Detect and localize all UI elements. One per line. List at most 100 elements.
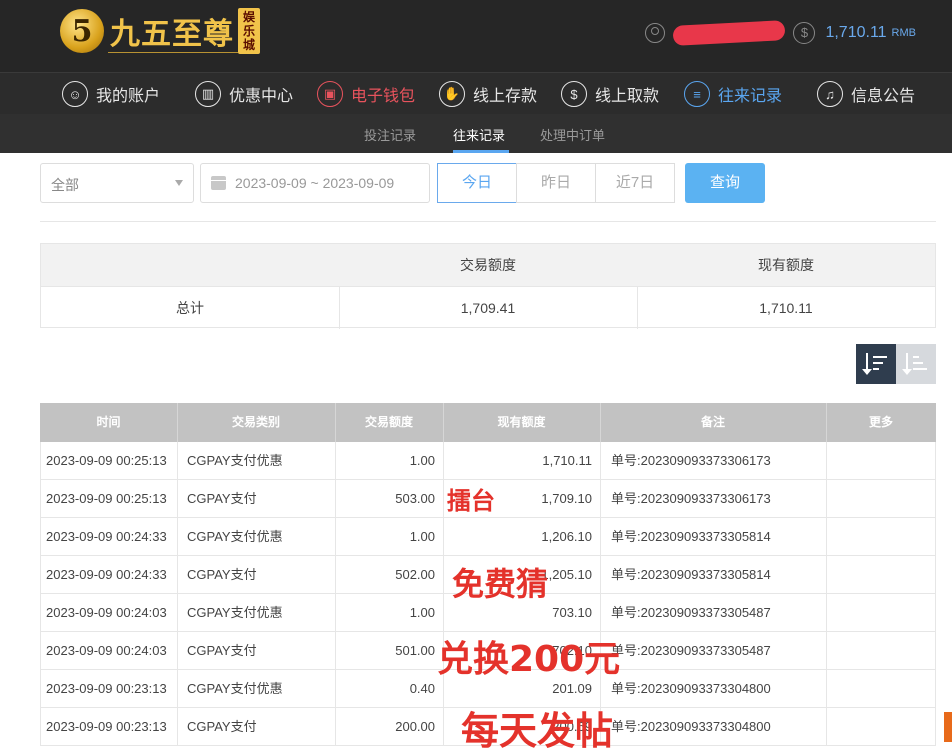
summary-total-label: 总计: [176, 300, 204, 316]
col-balance[interactable]: 现有额度: [443, 403, 600, 442]
cell-remark: 单号:202309093373305814: [611, 567, 771, 582]
sort-desc-icon: [862, 353, 888, 375]
sort-asc-icon: [902, 353, 928, 375]
nav-label: 线上取款: [595, 88, 660, 105]
nav-item-promotions[interactable]: ▥ 优惠中心: [195, 81, 293, 107]
yesterday-button[interactable]: 昨日: [516, 163, 596, 203]
date-range-value: 2023-09-09 ~ 2023-09-09: [235, 175, 395, 191]
cell-more[interactable]: [826, 632, 936, 669]
nav-item-announcements[interactable]: ♫ 信息公告: [817, 81, 915, 107]
summary-header: 交易额度 现有额度: [41, 244, 935, 286]
col-more[interactable]: 更多: [826, 403, 936, 442]
cell-type: CGPAY支付: [187, 719, 257, 734]
cell-time: 2023-09-09 00:24:33: [46, 529, 167, 544]
cell-more[interactable]: [826, 670, 936, 707]
col-time[interactable]: 时间: [40, 403, 177, 442]
record-icon: ≡: [684, 81, 710, 107]
table-header: 时间 交易类别 交易额度 现有额度 备注 更多: [40, 403, 936, 442]
table-row: 2023-09-09 00:25:13 CGPAY支付优惠 1.00 1,710.11…: [40, 442, 936, 480]
sub-nav: 投注记录 往来记录 处理中订单: [0, 114, 952, 153]
nav-item-records[interactable]: ≡ 往来记录: [684, 81, 782, 107]
cell-amount: 1.00: [409, 453, 435, 468]
logo-mark-icon: 5: [60, 9, 104, 53]
cell-time: 2023-09-09 00:25:13: [46, 453, 167, 468]
cell-time: 2023-09-09 00:23:13: [46, 719, 167, 734]
main-nav: ☺ 我的账户 ▥ 优惠中心 ▣ 电子钱包 ✋ 线上存款 $ 线上取款 ≡ 往来记…: [0, 72, 952, 114]
cell-remark: 单号:202309093373305814: [611, 529, 771, 544]
summary-trade-amount: 1,709.41: [460, 300, 516, 316]
nav-label: 我的账户: [96, 88, 161, 105]
date-range-input[interactable]: 2023-09-09 ~ 2023-09-09: [200, 163, 430, 203]
cell-remark: 单号:202309093373306173: [611, 491, 771, 506]
cell-more[interactable]: [826, 442, 936, 479]
balance-amount: 1,710.11: [825, 24, 887, 41]
overlay-text: 兑换200元: [437, 639, 621, 680]
last-7-days-button[interactable]: 近7日: [595, 163, 675, 203]
summary-row: 总计 1,709.41 1,710.11: [41, 286, 935, 329]
cell-amount: 1.00: [409, 605, 435, 620]
sort-ascending-button[interactable]: [896, 344, 936, 384]
sort-descending-button[interactable]: [856, 344, 896, 384]
dollar-icon: $: [793, 22, 816, 44]
nav-item-withdraw[interactable]: $ 线上取款: [561, 81, 659, 107]
caret-down-icon: [175, 180, 183, 186]
cell-type: CGPAY支付优惠: [187, 453, 283, 468]
cell-type: CGPAY支付优惠: [187, 605, 283, 620]
cell-more[interactable]: [826, 480, 936, 517]
cell-more[interactable]: [826, 708, 936, 745]
cell-amount: 1.00: [409, 529, 435, 544]
side-float-tab[interactable]: [944, 712, 952, 742]
cell-remark: 单号:202309093373305487: [611, 605, 771, 620]
summary-current-amount: 1,710.11: [759, 300, 813, 316]
overlay-text: 擂台: [447, 487, 495, 515]
deposit-icon: ✋: [439, 81, 465, 107]
user-icon[interactable]: [645, 23, 666, 43]
cell-balance: 1,710.11: [542, 453, 592, 468]
col-remark[interactable]: 备注: [600, 403, 826, 442]
cell-type: CGPAY支付: [187, 567, 257, 582]
today-button[interactable]: 今日: [437, 163, 517, 203]
cell-more[interactable]: [826, 556, 936, 593]
nav-item-deposit[interactable]: ✋ 线上存款: [439, 81, 537, 107]
nav-label: 电子钱包: [351, 88, 416, 105]
cell-amount: 200.00: [395, 719, 435, 734]
type-select[interactable]: 全部: [40, 163, 194, 203]
cell-time: 2023-09-09 00:23:13: [46, 681, 167, 696]
nav-label: 信息公告: [851, 88, 916, 105]
nav-label: 线上存款: [473, 88, 538, 105]
cell-amount: 501.00: [395, 643, 435, 658]
summary-header-trade: 交易额度: [460, 257, 516, 273]
gift-icon: ▥: [195, 81, 221, 107]
wallet-icon: ▣: [317, 81, 343, 107]
active-tab-indicator: [453, 150, 509, 153]
tab-pending-orders[interactable]: 处理中订单: [540, 125, 605, 144]
cell-time: 2023-09-09 00:24:03: [46, 643, 167, 658]
cell-time: 2023-09-09 00:25:13: [46, 491, 167, 506]
cell-remark: 单号:202309093373304800: [611, 681, 771, 696]
cell-amount: 0.40: [409, 681, 435, 696]
col-type[interactable]: 交易类别: [177, 403, 335, 442]
overlay-text: 免费猜: [452, 565, 549, 603]
logo-ornament: [108, 52, 238, 58]
nav-item-account[interactable]: ☺ 我的账户: [62, 81, 160, 107]
cell-remark: 单号:202309093373306173: [611, 453, 771, 468]
user-icon: ☺: [62, 81, 88, 107]
calendar-icon: [211, 176, 226, 190]
divider: [40, 221, 936, 222]
balance-unit: RMB: [891, 27, 916, 39]
withdraw-icon: $: [561, 81, 587, 107]
query-button[interactable]: 查询: [685, 163, 765, 203]
cell-more[interactable]: [826, 594, 936, 631]
redacted-username: [673, 20, 786, 46]
tab-transaction-records[interactable]: 往来记录: [453, 125, 505, 144]
cell-type: CGPAY支付优惠: [187, 681, 283, 696]
cell-remark: 单号:202309093373304800: [611, 719, 771, 734]
nav-item-wallet[interactable]: ▣ 电子钱包: [317, 81, 415, 107]
brand-logo[interactable]: 5 九五至尊 娱乐城: [60, 8, 260, 54]
tab-bet-records[interactable]: 投注记录: [364, 125, 416, 144]
cell-amount: 502.00: [395, 567, 435, 582]
col-amount[interactable]: 交易额度: [335, 403, 443, 442]
user-info: $ 1,710.11 RMB: [645, 20, 916, 46]
cell-amount: 503.00: [395, 491, 435, 506]
cell-more[interactable]: [826, 518, 936, 555]
